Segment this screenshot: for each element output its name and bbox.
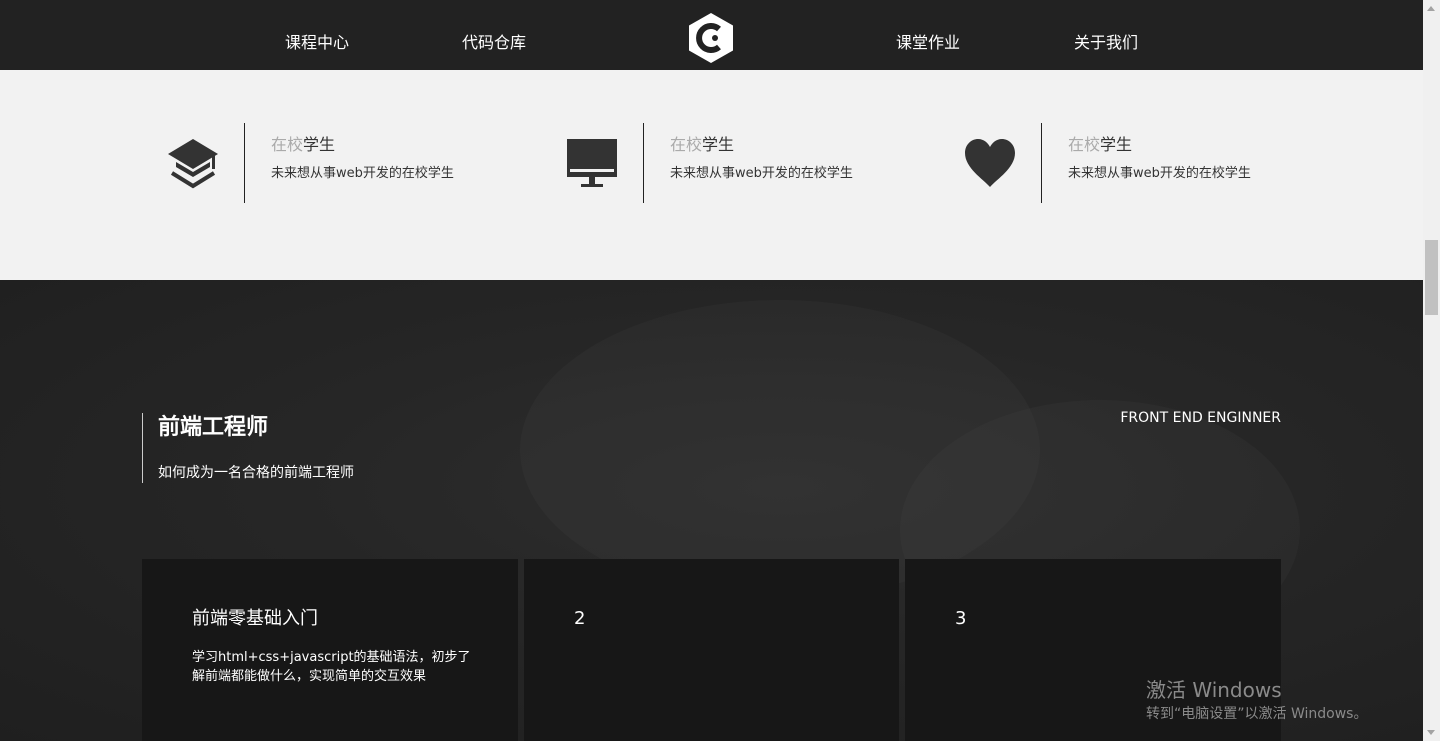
scrollbar-thumb[interactable]: [1425, 240, 1438, 315]
heart-icon: [963, 135, 1017, 191]
feature-title: 在校学生: [670, 135, 735, 154]
windows-activation-title: 激活 Windows: [1146, 678, 1282, 702]
nav-link-about-us[interactable]: 关于我们: [1074, 33, 1138, 53]
top-navbar: 课程中心 代码仓库 课堂作业 关于我们: [0, 0, 1423, 70]
monitor-icon: [565, 135, 619, 191]
course-card[interactable]: 前端零基础入门 学习html+css+javascript的基础语法，初步了解前…: [142, 559, 518, 741]
scroll-up-arrow-icon[interactable]: [1427, 6, 1435, 11]
section-heading: 前端工程师 如何成为一名合格的前端工程师: [142, 413, 354, 483]
nav-link-homework[interactable]: 课堂作业: [896, 33, 960, 53]
windows-activation-hint: 转到“电脑设置”以激活 Windows。: [1146, 706, 1368, 722]
graduation-cap-icon: [166, 135, 220, 191]
frontend-section: 前端工程师 如何成为一名合格的前端工程师 FRONT END ENGINNER …: [0, 280, 1423, 741]
feature-title: 在校学生: [1068, 135, 1133, 154]
feature-desc: 未来想从事web开发的在校学生: [670, 166, 853, 181]
nav-link-code-repo[interactable]: 代码仓库: [462, 33, 526, 53]
course-card[interactable]: 2: [524, 559, 899, 741]
feature-desc: 未来想从事web开发的在校学生: [1068, 166, 1251, 181]
section-subtitle: 如何成为一名合格的前端工程师: [158, 465, 354, 481]
card-title: 前端零基础入门: [192, 608, 318, 629]
section-title: 前端工程师: [158, 415, 269, 440]
features-section: 在校学生 未来想从事web开发的在校学生 在校学生 未来想从事web开发的在校学…: [0, 70, 1423, 280]
feature-divider: [244, 123, 245, 203]
card-title: 3: [955, 608, 967, 629]
card-desc: 学习html+css+javascript的基础语法，初步了解前端都能做什么，实…: [192, 650, 471, 684]
feature-divider: [1041, 123, 1042, 203]
scroll-down-arrow-icon[interactable]: [1427, 730, 1435, 735]
feature-title: 在校学生: [271, 135, 336, 154]
hexagon-c-logo-icon[interactable]: [686, 11, 736, 65]
card-title: 2: [574, 608, 586, 629]
feature-desc: 未来想从事web开发的在校学生: [271, 166, 454, 181]
feature-divider: [643, 123, 644, 203]
section-english-title: FRONT END ENGINNER: [1120, 410, 1281, 426]
nav-link-courses[interactable]: 课程中心: [285, 33, 349, 53]
vertical-scrollbar[interactable]: [1423, 0, 1440, 741]
